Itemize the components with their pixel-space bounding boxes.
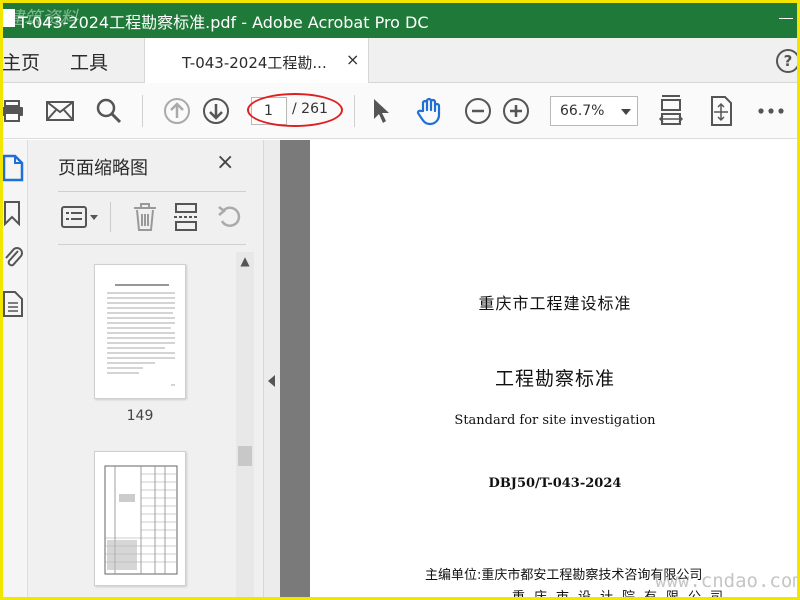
thumbnail-scrollbar[interactable]: [236, 252, 254, 600]
zoom-in-icon[interactable]: [501, 83, 531, 139]
home-tab[interactable]: 主页: [2, 48, 40, 75]
page-thumbnails-panel: 页面缩略图 × 149 ▲: [28, 140, 263, 600]
delete-page-icon[interactable]: [132, 203, 158, 235]
minimize-button[interactable]: [779, 18, 793, 19]
page-number-input[interactable]: 1: [251, 97, 287, 125]
site-watermark: www.cndao.com: [655, 570, 800, 592]
document-tab[interactable]: T-043-2024工程勘... ×: [144, 38, 369, 83]
doc-english-title: Standard for site investigation: [454, 413, 656, 428]
zoom-out-icon[interactable]: [463, 83, 493, 139]
doc-title: 工程勘察标准: [494, 368, 615, 390]
zoom-level-value: 66.7%: [560, 103, 605, 119]
attachment-icon[interactable]: [2, 244, 24, 274]
window-title: T-043-2024工程勘察标准.pdf - Adobe Acrobat Pro…: [18, 13, 429, 32]
email-icon[interactable]: [44, 83, 76, 139]
close-tab-icon[interactable]: ×: [346, 50, 359, 69]
scrollbar-thumb[interactable]: [238, 446, 252, 466]
insert-page-icon[interactable]: [174, 203, 200, 235]
panel-divider: [58, 244, 246, 245]
document-tab-label: T-043-2024工程勘...: [182, 54, 327, 72]
page-thumbnail[interactable]: [94, 451, 186, 586]
toolbar: 1 / 261 66.7%: [0, 83, 800, 139]
doc-org-heading: 重庆市工程建设标准: [478, 294, 632, 313]
left-nav-rail: [0, 140, 28, 600]
scroll-up-arrow[interactable]: ▲: [236, 252, 254, 270]
panel-tool-divider: [110, 202, 111, 232]
document-view: 重庆市工程建设标准 工程勘察标准 Standard for site inves…: [280, 140, 800, 600]
bookmark-icon[interactable]: [2, 200, 22, 230]
toolbar-divider: [354, 95, 355, 127]
toolbar-divider: [142, 95, 143, 127]
select-cursor-icon[interactable]: [368, 83, 394, 139]
panel-title: 页面缩略图: [58, 158, 148, 179]
page-thumbnail[interactable]: [94, 264, 186, 399]
panel-collapse-strip[interactable]: [263, 140, 280, 600]
more-icon[interactable]: [756, 83, 786, 139]
help-icon[interactable]: ?: [776, 49, 800, 73]
collapse-arrow-icon: [268, 375, 275, 387]
tools-tab[interactable]: 工具: [70, 48, 108, 75]
zoom-level-select[interactable]: 66.7%: [550, 96, 638, 126]
thumbnail-page-label: 149: [126, 408, 154, 424]
tab-bar: 主页 工具 T-043-2024工程勘... × ?: [0, 38, 800, 83]
source-watermark: 建筑资料: [6, 8, 78, 29]
close-panel-icon[interactable]: ×: [216, 150, 234, 175]
fit-page-icon[interactable]: [706, 83, 736, 139]
pdf-page: 重庆市工程建设标准 工程勘察标准 Standard for site inves…: [310, 140, 800, 600]
scroll-mode-icon[interactable]: [656, 83, 686, 139]
hand-tool-icon[interactable]: [414, 83, 446, 139]
page-up-icon[interactable]: [162, 83, 192, 139]
rotate-icon[interactable]: [216, 203, 242, 235]
panel-divider: [58, 191, 246, 192]
print-icon[interactable]: [0, 83, 26, 139]
page-total: / 261: [292, 101, 328, 117]
page-down-icon[interactable]: [201, 83, 231, 139]
chevron-down-icon: [621, 109, 631, 115]
doc-standard-code: DBJ50/T-043-2024: [488, 476, 622, 491]
options-menu-icon[interactable]: [60, 203, 100, 235]
title-bar: T-043-2024工程勘察标准.pdf - Adobe Acrobat Pro…: [0, 0, 800, 38]
search-icon[interactable]: [94, 83, 124, 139]
pages-icon[interactable]: [2, 154, 24, 186]
layers-icon[interactable]: [2, 290, 24, 322]
